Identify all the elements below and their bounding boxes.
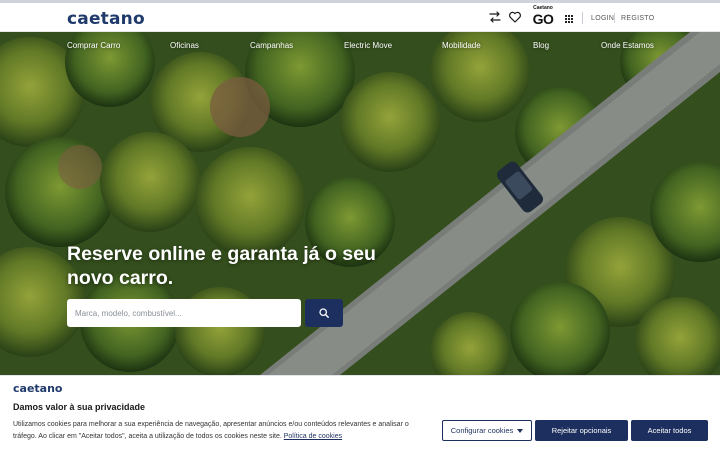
login-link[interactable]: LOGIN bbox=[591, 15, 614, 22]
hero-headline: Reserve online e garanta já o seu novo c… bbox=[67, 243, 376, 289]
accept-all-button[interactable]: Aceitar todos bbox=[631, 420, 708, 441]
cookie-banner: caetano Damos valor à sua privacidade Ut… bbox=[0, 375, 720, 450]
search-input[interactable] bbox=[67, 299, 301, 327]
nav-oficinas[interactable]: Oficinas bbox=[170, 41, 199, 50]
nav-onde-estamos[interactable]: Onde Estamos bbox=[601, 41, 654, 50]
compare-arrows-icon[interactable] bbox=[488, 10, 502, 24]
nav-comprar-carro[interactable]: Comprar Carro bbox=[67, 41, 120, 50]
cookie-policy-link[interactable]: Política de cookies bbox=[284, 433, 342, 440]
register-link[interactable]: REGISTO bbox=[621, 15, 654, 22]
nav-mobilidade[interactable]: Mobilidade bbox=[442, 41, 481, 50]
caetano-logo[interactable]: caetano bbox=[67, 9, 145, 29]
top-header: caetano Caetano GO LOGIN REGISTO bbox=[0, 0, 720, 32]
nav-campanhas[interactable]: Campanhas bbox=[250, 41, 293, 50]
cookie-description: Utilizamos cookies para melhorar a sua e… bbox=[13, 421, 409, 440]
caret-down-icon bbox=[517, 428, 524, 433]
heart-icon[interactable] bbox=[508, 10, 522, 24]
nav-electric-move[interactable]: Electric Move bbox=[344, 41, 392, 50]
cookie-caetano-logo: caetano bbox=[13, 382, 63, 395]
configure-cookies-button[interactable]: Configurar cookies bbox=[442, 420, 532, 441]
configure-cookies-label: Configurar cookies bbox=[450, 426, 514, 435]
search-icon bbox=[319, 308, 329, 318]
login-register-divider bbox=[614, 13, 615, 23]
cookie-text-block: Utilizamos cookies para melhorar a sua e… bbox=[13, 419, 433, 443]
cookie-title: Damos valor à sua privacidade bbox=[13, 402, 146, 412]
caetano-go-logo[interactable]: Caetano GO bbox=[530, 5, 556, 31]
grid-apps-icon[interactable] bbox=[565, 15, 573, 23]
hero-banner: Comprar Carro Oficinas Campanhas Electri… bbox=[0, 32, 720, 375]
header-divider bbox=[582, 12, 583, 24]
search-button[interactable] bbox=[305, 299, 343, 327]
reject-optional-button[interactable]: Rejeitar opcionais bbox=[535, 420, 628, 441]
go-logo-big-text: GO bbox=[532, 11, 554, 27]
nav-blog[interactable]: Blog bbox=[533, 41, 549, 50]
